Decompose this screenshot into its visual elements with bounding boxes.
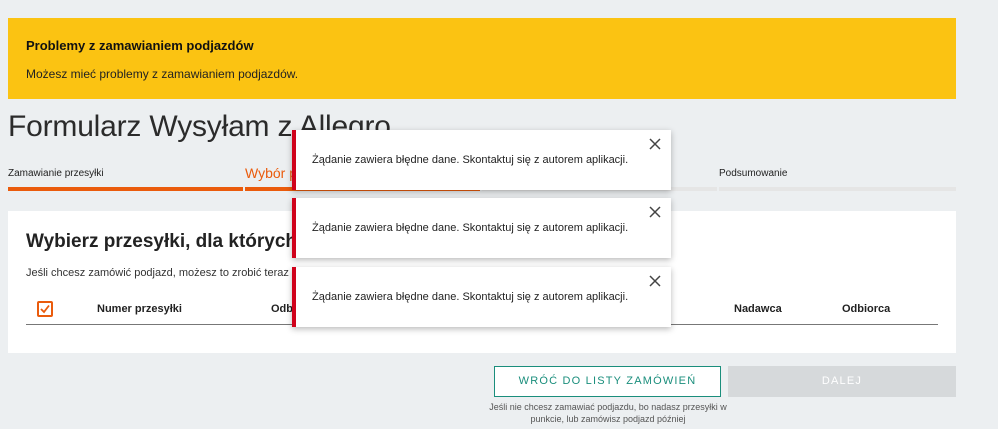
error-toast: Żądanie zawiera błędne dane. Skontaktuj … (292, 198, 671, 258)
banner-title: Problemy z zamawianiem podjazdów (26, 38, 254, 53)
close-icon[interactable] (647, 136, 663, 152)
select-all-checkbox[interactable] (37, 301, 53, 317)
column-header-shipment-number[interactable]: Numer przesyłki (97, 303, 182, 315)
step-4: Podsumowanie (719, 160, 956, 194)
back-to-orders-button[interactable]: WRÓĆ DO LISTY ZAMÓWIEŃ (494, 366, 721, 397)
card-title: Wybierz przesyłki, dla których c (26, 231, 313, 252)
step-label: Podsumowanie (719, 168, 788, 179)
step-progress-bar (8, 187, 243, 191)
banner-text: Możesz mieć problemy z zamawianiem podja… (26, 67, 299, 81)
checkmark-icon (40, 304, 50, 314)
next-button[interactable]: DALEJ (728, 366, 956, 397)
warning-banner: Problemy z zamawianiem podjazdów Możesz … (8, 18, 956, 99)
error-toast: Żądanie zawiera błędne dane. Skontaktuj … (292, 267, 671, 327)
column-header-sender[interactable]: Nadawca (734, 303, 782, 315)
column-header-recipient-truncated[interactable]: Odb (271, 303, 293, 315)
close-icon[interactable] (647, 273, 663, 289)
close-icon[interactable] (647, 204, 663, 220)
step-progress-bar (719, 187, 956, 191)
column-header-recipient[interactable]: Odbiorca (842, 303, 890, 315)
error-toast: Żądanie zawiera błędne dane. Skontaktuj … (292, 130, 671, 190)
step-label: Zamawianie przesyłki (8, 168, 104, 179)
step-1: Zamawianie przesyłki (8, 160, 243, 194)
toast-message: Żądanie zawiera błędne dane. Skontaktuj … (312, 291, 629, 303)
skip-hint-text: Jeśli nie chcesz zamawiać podjazdu, bo n… (489, 402, 727, 424)
toast-message: Żądanie zawiera błędne dane. Skontaktuj … (312, 154, 629, 166)
card-description: Jeśli chcesz zamówić podjazd, możesz to … (26, 267, 295, 279)
toast-message: Żądanie zawiera błędne dane. Skontaktuj … (312, 222, 629, 234)
step-label: Wybór p (245, 165, 298, 181)
